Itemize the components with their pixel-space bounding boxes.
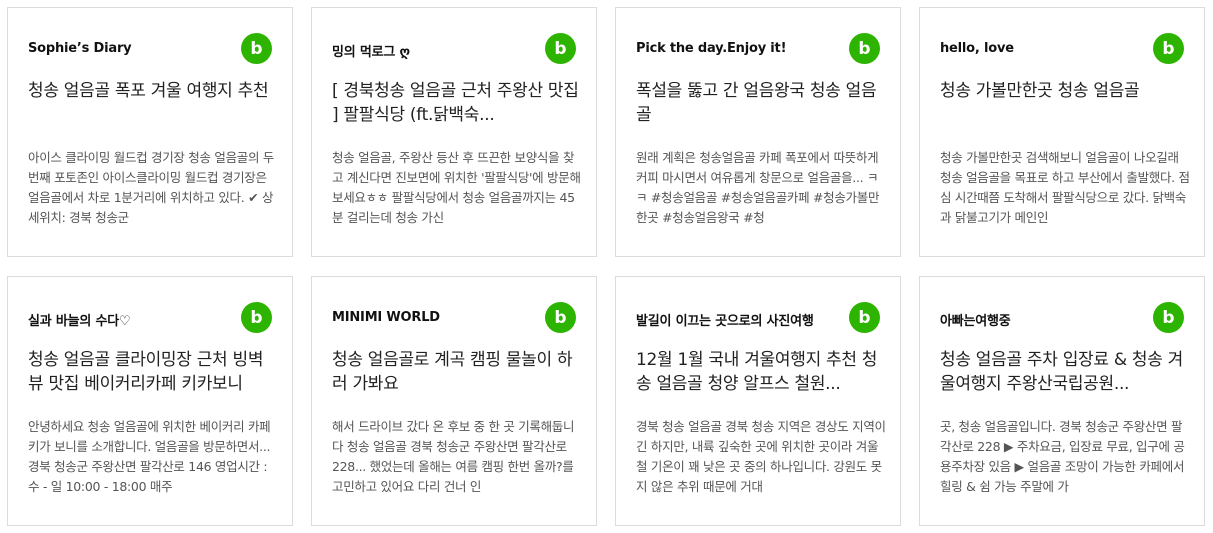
post-snippet: 청송 가볼만한곳 검색해보니 얼음골이 나오길래 청송 얼음골을 목표로 하고 … xyxy=(940,148,1190,228)
blog-b-icon: b xyxy=(545,33,576,64)
post-title[interactable]: [ 경북청송 얼음골 근처 주왕산 맛집 ] 팔팔식당 (ft.닭백숙... xyxy=(332,79,582,127)
blog-card[interactable]: MINIMI WORLD b 청송 얼음골로 계곡 캠핑 물놀이 하러 가봐요 … xyxy=(311,276,597,526)
blog-name[interactable]: 밍의 먹로그 ღ xyxy=(332,41,532,60)
blog-name[interactable]: MINIMI WORLD xyxy=(332,310,532,325)
post-title[interactable]: 청송 얼음골 폭포 겨울 여행지 추천 xyxy=(28,79,278,103)
blog-name[interactable]: 발길이 이끄는 곳으로의 사진여행 xyxy=(636,310,836,329)
post-snippet: 안녕하세요 청송 얼음골에 위치한 베이커리 카페 키가 보니를 소개합니다. … xyxy=(28,417,278,497)
blog-name[interactable]: 실과 바늘의 수다♡ xyxy=(28,310,228,329)
blog-card[interactable]: 아빠는여행중 b 청송 얼음골 주차 입장료 & 청송 겨울여행지 주왕산국립공… xyxy=(919,276,1205,526)
blog-name[interactable]: Pick the day.Enjoy it! xyxy=(636,41,836,56)
post-title[interactable]: 12월 1월 국내 겨울여행지 추천 청송 얼음골 청양 알프스 철원... xyxy=(636,348,886,396)
post-snippet: 경북 청송 얼음골 경북 청송 지역은 경상도 지역이긴 하지만, 내륙 깊숙한… xyxy=(636,417,886,497)
blog-b-icon: b xyxy=(241,302,272,333)
blog-name[interactable]: 아빠는여행중 xyxy=(940,310,1140,329)
post-title[interactable]: 청송 얼음골 클라이밍장 근처 빙벽뷰 맛집 베이커리카페 키카보니 xyxy=(28,348,278,396)
blog-b-icon: b xyxy=(849,302,880,333)
blog-b-icon: b xyxy=(241,33,272,64)
post-title[interactable]: 청송 가볼만한곳 청송 얼음골 xyxy=(940,79,1190,103)
blog-b-icon: b xyxy=(545,302,576,333)
blog-name[interactable]: hello, love xyxy=(940,41,1140,56)
post-snippet: 아이스 클라이밍 월드컵 경기장 청송 얼음골의 두 번째 포토존인 아이스클라… xyxy=(28,148,278,228)
blog-card[interactable]: 실과 바늘의 수다♡ b 청송 얼음골 클라이밍장 근처 빙벽뷰 맛집 베이커리… xyxy=(7,276,293,526)
blog-card[interactable]: 밍의 먹로그 ღ b [ 경북청송 얼음골 근처 주왕산 맛집 ] 팔팔식당 (… xyxy=(311,7,597,257)
blog-card[interactable]: Pick the day.Enjoy it! b 폭설을 뚫고 간 얼음왕국 청… xyxy=(615,7,901,257)
blog-b-icon: b xyxy=(849,33,880,64)
blog-card-grid: Sophie’s Diary b 청송 얼음골 폭포 겨울 여행지 추천 아이스… xyxy=(0,0,1213,533)
post-snippet: 원래 계획은 청송얼음골 카페 폭포에서 따뜻하게 커피 마시면서 여유롭게 창… xyxy=(636,148,886,228)
blog-card[interactable]: Sophie’s Diary b 청송 얼음골 폭포 겨울 여행지 추천 아이스… xyxy=(7,7,293,257)
post-snippet: 곳, 청송 얼음골입니다. 경북 청송군 주왕산면 팔각산로 228 ▶ 주차요… xyxy=(940,417,1190,497)
blog-b-icon: b xyxy=(1153,33,1184,64)
blog-card[interactable]: hello, love b 청송 가볼만한곳 청송 얼음골 청송 가볼만한곳 검… xyxy=(919,7,1205,257)
post-title[interactable]: 청송 얼음골 주차 입장료 & 청송 겨울여행지 주왕산국립공원... xyxy=(940,348,1190,396)
post-title[interactable]: 청송 얼음골로 계곡 캠핑 물놀이 하러 가봐요 xyxy=(332,348,582,396)
post-title[interactable]: 폭설을 뚫고 간 얼음왕국 청송 얼음골 xyxy=(636,79,886,127)
post-snippet: 해서 드라이브 갔다 온 후보 중 한 곳 기록해둡니다 청송 얼음골 경북 청… xyxy=(332,417,582,497)
post-snippet: 청송 얼음골, 주왕산 등산 후 뜨끈한 보양식을 찾고 계신다면 진보면에 위… xyxy=(332,148,582,228)
blog-name[interactable]: Sophie’s Diary xyxy=(28,41,228,56)
blog-b-icon: b xyxy=(1153,302,1184,333)
blog-card[interactable]: 발길이 이끄는 곳으로의 사진여행 b 12월 1월 국내 겨울여행지 추천 청… xyxy=(615,276,901,526)
